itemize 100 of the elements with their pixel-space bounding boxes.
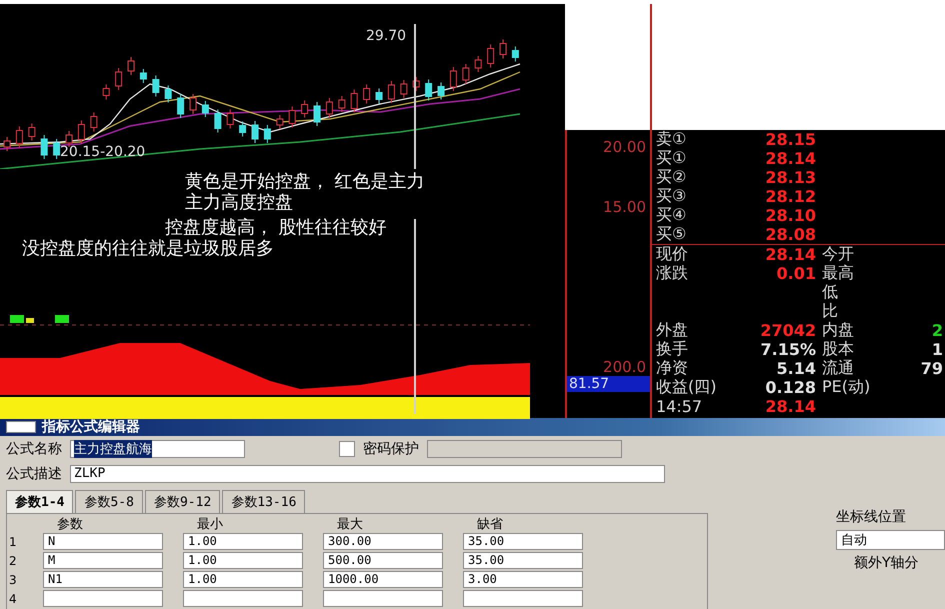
annotation-text: 没控盘度的往往就是垃圾股居多 bbox=[21, 238, 275, 259]
candle bbox=[40, 134, 48, 160]
param-field[interactable] bbox=[323, 590, 443, 607]
param-field[interactable] bbox=[43, 590, 163, 607]
stat-label: 收益(四) bbox=[656, 377, 716, 396]
order-label: 买③ bbox=[655, 186, 688, 207]
column-header: 最大 bbox=[336, 516, 364, 533]
price-label: 20.15-20.20 bbox=[60, 144, 146, 160]
description-field[interactable]: ZLKP bbox=[70, 464, 665, 482]
candle bbox=[400, 80, 408, 98]
stat-label: 最高 bbox=[822, 263, 854, 282]
param-field[interactable] bbox=[463, 590, 583, 607]
order-label: 卖① bbox=[655, 129, 688, 150]
param-field[interactable]: 3.00 bbox=[463, 571, 583, 588]
candle bbox=[450, 66, 457, 92]
indicator-bar bbox=[26, 318, 34, 323]
candle bbox=[462, 64, 470, 84]
current-value-label: 81.57 bbox=[567, 376, 650, 392]
stat-label: 现价 bbox=[656, 244, 688, 263]
candle bbox=[115, 68, 122, 90]
stat-label: 流通 bbox=[822, 358, 854, 377]
column-header: 缺省 bbox=[476, 516, 504, 533]
row-number: 3 bbox=[8, 572, 18, 586]
window-icon bbox=[6, 421, 36, 433]
param-field[interactable]: M bbox=[43, 552, 163, 569]
candle bbox=[53, 138, 60, 160]
stat-label: 换手 bbox=[656, 339, 688, 358]
candle bbox=[128, 56, 134, 76]
tab[interactable]: 参数5-8 bbox=[75, 490, 143, 513]
param-field[interactable]: 300.00 bbox=[323, 533, 443, 550]
param-field[interactable] bbox=[183, 590, 303, 607]
candle bbox=[474, 56, 482, 72]
stat-label: PE(动) bbox=[822, 377, 870, 396]
column-header: 最小 bbox=[196, 516, 224, 533]
param-field[interactable]: 500.00 bbox=[323, 552, 443, 569]
candle bbox=[90, 112, 98, 132]
param-field[interactable]: 35.00 bbox=[463, 552, 583, 569]
candle bbox=[102, 84, 110, 100]
stat-value: 28.14 bbox=[765, 245, 816, 264]
stat-value: 79 bbox=[920, 359, 943, 378]
candle bbox=[140, 68, 147, 84]
stat-value: 5.14 bbox=[776, 359, 816, 378]
tab[interactable]: 参数1-4 bbox=[6, 490, 74, 513]
stat-value: 27042 bbox=[760, 321, 816, 340]
candle bbox=[363, 84, 370, 104]
tab[interactable]: 参数13-16 bbox=[222, 490, 306, 513]
candle bbox=[512, 46, 519, 62]
stat-label: 低 bbox=[822, 282, 838, 301]
indicator-bar bbox=[55, 315, 69, 323]
order-price: 28.13 bbox=[764, 168, 816, 187]
candle bbox=[214, 109, 222, 133]
candle bbox=[288, 106, 296, 128]
annotation-text: 控盘度越高， 股性往往较好 bbox=[164, 217, 388, 238]
candle bbox=[376, 88, 382, 104]
order-price: 28.15 bbox=[764, 130, 816, 149]
axis-position-select[interactable]: 自动 bbox=[836, 530, 945, 550]
stat-label: 外盘 bbox=[656, 320, 688, 339]
param-field[interactable]: N bbox=[43, 533, 163, 550]
param-field[interactable]: N1 bbox=[43, 571, 163, 588]
stat-label: 涨跌 bbox=[656, 263, 688, 282]
order-price: 28.14 bbox=[764, 149, 816, 168]
param-field[interactable]: 1.00 bbox=[183, 571, 303, 588]
candle bbox=[276, 114, 284, 130]
row-number: 1 bbox=[8, 534, 18, 548]
stat-value: 1 bbox=[932, 340, 943, 359]
candle bbox=[16, 126, 23, 148]
candle bbox=[388, 80, 395, 104]
candle bbox=[177, 94, 184, 118]
candle bbox=[252, 120, 258, 144]
candle bbox=[190, 94, 196, 114]
name-field[interactable]: 主力控盘航海 bbox=[70, 440, 245, 458]
param-field[interactable]: 1.00 bbox=[183, 533, 303, 550]
stat-label: 净资 bbox=[656, 358, 688, 377]
stat-value: 0.128 bbox=[765, 378, 816, 397]
stat-value: 7.15% bbox=[760, 340, 816, 359]
indicator-bar bbox=[10, 315, 24, 323]
candle bbox=[264, 124, 271, 144]
candle bbox=[425, 79, 432, 101]
axis-label: 15.00 bbox=[603, 198, 646, 216]
order-price: 28.08 bbox=[764, 225, 816, 244]
param-field[interactable]: 35.00 bbox=[463, 533, 583, 550]
param-field[interactable]: 1000.00 bbox=[323, 571, 443, 588]
field-label: 额外Y轴分 bbox=[853, 554, 920, 572]
candle bbox=[500, 39, 506, 59]
axis-label: 20.00 bbox=[603, 138, 646, 156]
checkbox[interactable] bbox=[339, 440, 355, 456]
stat-value: 28.14 bbox=[765, 397, 816, 416]
stat-label: 股本 bbox=[822, 339, 854, 358]
candle bbox=[202, 100, 209, 118]
annotation-text: 黄色是开始控盘， 红色是主力 bbox=[184, 171, 426, 192]
tab[interactable]: 参数9-12 bbox=[144, 490, 220, 513]
candle bbox=[301, 100, 308, 118]
candle bbox=[66, 130, 72, 148]
candle bbox=[226, 109, 234, 129]
candle bbox=[338, 96, 346, 112]
candle bbox=[28, 123, 36, 141]
candle bbox=[326, 98, 333, 118]
checkbox-label: 密码保护 bbox=[363, 440, 419, 458]
axis-label: 200.0 bbox=[603, 358, 646, 376]
param-field[interactable]: 1.00 bbox=[183, 552, 303, 569]
